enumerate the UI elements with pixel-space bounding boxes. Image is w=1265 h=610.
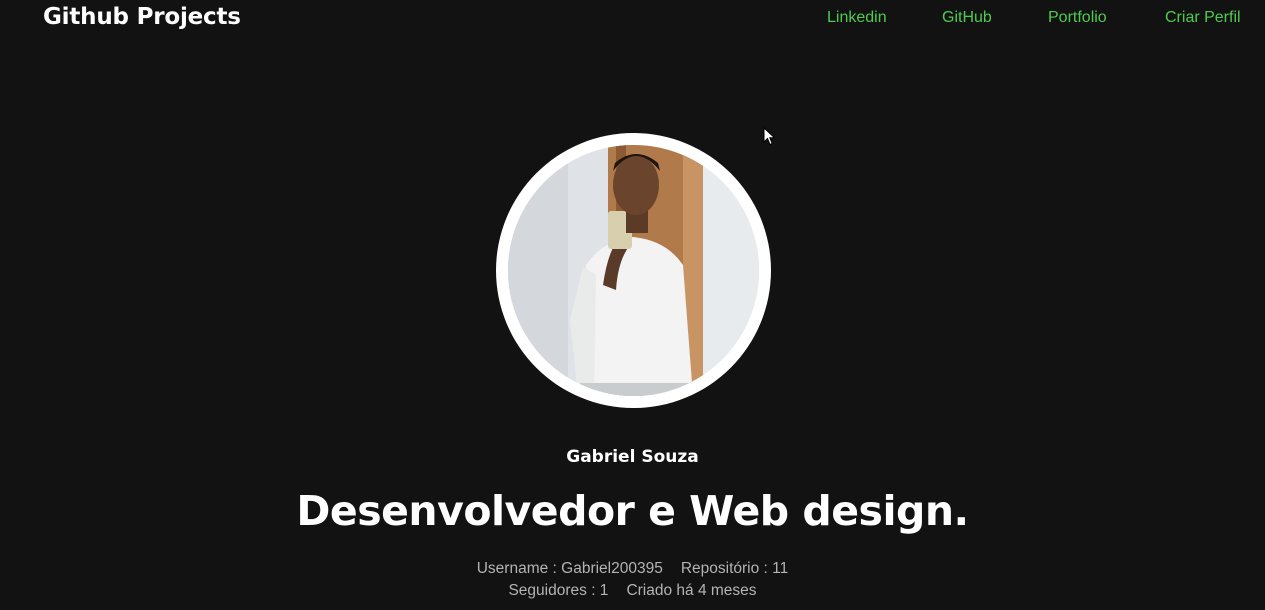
avatar (508, 145, 759, 396)
nav-link-portfolio[interactable]: Portfolio (1048, 9, 1107, 27)
mouse-pointer-icon (763, 127, 776, 146)
top-nav: Linkedin GitHub Portfolio Criar Perfil (805, 9, 1265, 29)
avatar-photo (508, 145, 759, 396)
profile-stats-row-2: Seguidores : 1 Criado há 4 meses (0, 582, 1265, 600)
nav-link-github[interactable]: GitHub (942, 9, 992, 27)
brand-logo[interactable]: Github Projects (43, 4, 241, 30)
created-stat: Criado há 4 meses (626, 582, 757, 599)
avatar-frame (496, 133, 771, 408)
followers-stat: Seguidores : 1 (508, 582, 609, 599)
username-stat: Username : Gabriel200395 (476, 560, 663, 577)
profile-stats-row-1: Username : Gabriel200395 Repositório : 11 (0, 560, 1265, 578)
profile-name: Gabriel Souza (566, 447, 699, 467)
profile-headline: Desenvolvedor e Web design. (296, 487, 969, 535)
repositories-stat: Repositório : 11 (680, 560, 789, 577)
nav-link-criar-perfil[interactable]: Criar Perfil (1165, 9, 1241, 27)
profile-page: Github Projects Linkedin GitHub Portfoli… (0, 0, 1265, 610)
nav-link-linkedin[interactable]: Linkedin (827, 9, 887, 27)
